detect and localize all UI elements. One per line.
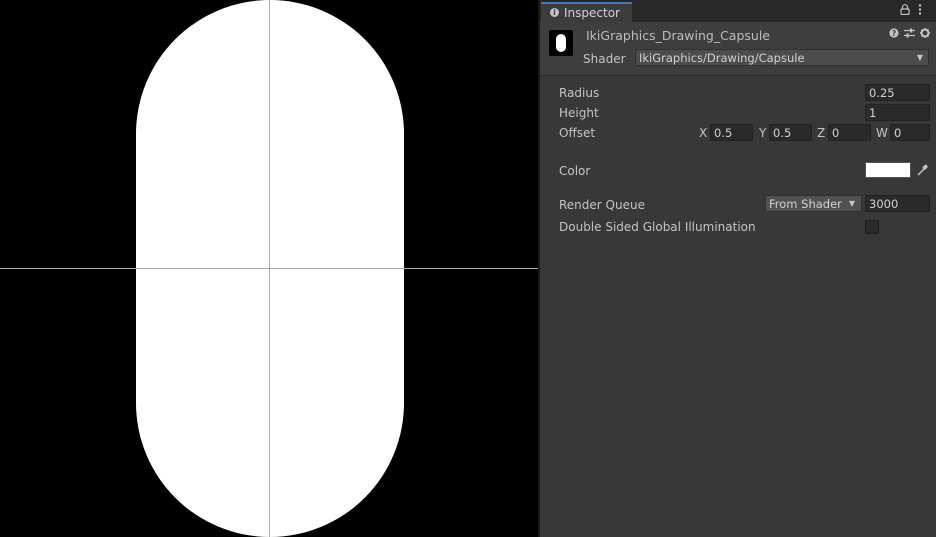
render-queue-value: 3000 [869, 197, 899, 211]
help-icon[interactable]: ? [889, 28, 899, 41]
render-queue-field[interactable]: 3000 [865, 195, 930, 212]
shader-dropdown[interactable]: IkiGraphics/Drawing/Capsule ▼ [635, 49, 929, 66]
tab-inspector-label: Inspector [564, 6, 620, 20]
render-queue-mode: From Shader [769, 197, 842, 211]
offset-x-value: 0.5 [714, 126, 733, 140]
radius-field[interactable]: 0.25 [865, 84, 930, 101]
presets-icon[interactable] [904, 28, 915, 41]
radius-label: Radius [559, 86, 600, 100]
height-label: Height [559, 106, 599, 120]
scene-view[interactable] [0, 0, 538, 537]
tab-inspector[interactable]: i Inspector [541, 2, 632, 22]
svg-text:?: ? [892, 29, 896, 38]
render-queue-label: Render Queue [559, 198, 645, 212]
material-header: IkiGraphics_Drawing_Capsule ? Shader Iki… [540, 22, 936, 76]
offset-z-field[interactable]: 0 [828, 124, 871, 141]
height-field[interactable]: 1 [865, 104, 930, 121]
offset-z-value: 0 [832, 126, 840, 140]
radius-value: 0.25 [869, 86, 895, 100]
shader-label: Shader [583, 52, 626, 66]
height-value: 1 [869, 106, 877, 120]
offset-y-value: 0.5 [773, 126, 792, 140]
lock-icon[interactable] [900, 4, 910, 18]
material-name: IkiGraphics_Drawing_Capsule [586, 28, 770, 43]
kebab-menu-icon[interactable] [918, 4, 922, 18]
capsule-preview [0, 0, 538, 537]
info-icon: i [550, 8, 559, 17]
gear-icon[interactable] [920, 28, 930, 41]
shader-value: IkiGraphics/Drawing/Capsule [639, 51, 805, 65]
dsgi-label: Double Sided Global Illumination [559, 220, 756, 234]
dsgi-checkbox[interactable] [865, 220, 879, 234]
offset-w-value: 0 [894, 126, 902, 140]
offset-w-label[interactable]: W [876, 126, 888, 140]
offset-x-label[interactable]: X [699, 126, 707, 140]
offset-x-field[interactable]: 0.5 [710, 124, 753, 141]
color-label: Color [559, 164, 591, 178]
eyedropper-icon[interactable] [915, 162, 929, 178]
chevron-down-icon: ▼ [848, 199, 855, 208]
offset-label: Offset [559, 126, 596, 140]
offset-z-label[interactable]: Z [817, 126, 825, 140]
offset-y-field[interactable]: 0.5 [769, 124, 812, 141]
capsule-thumbnail-icon [556, 34, 566, 52]
offset-y-label[interactable]: Y [759, 126, 766, 140]
inspector-panel: i Inspector IkiGraphics_Drawing_Capsule [540, 0, 936, 537]
render-queue-mode-dropdown[interactable]: From Shader ▼ [765, 195, 862, 212]
inspector-tab-bar: i Inspector [540, 0, 936, 23]
offset-w-field[interactable]: 0 [890, 124, 930, 141]
chevron-down-icon: ▼ [916, 53, 923, 62]
color-swatch[interactable] [865, 162, 911, 178]
material-preview-thumbnail [549, 30, 573, 56]
